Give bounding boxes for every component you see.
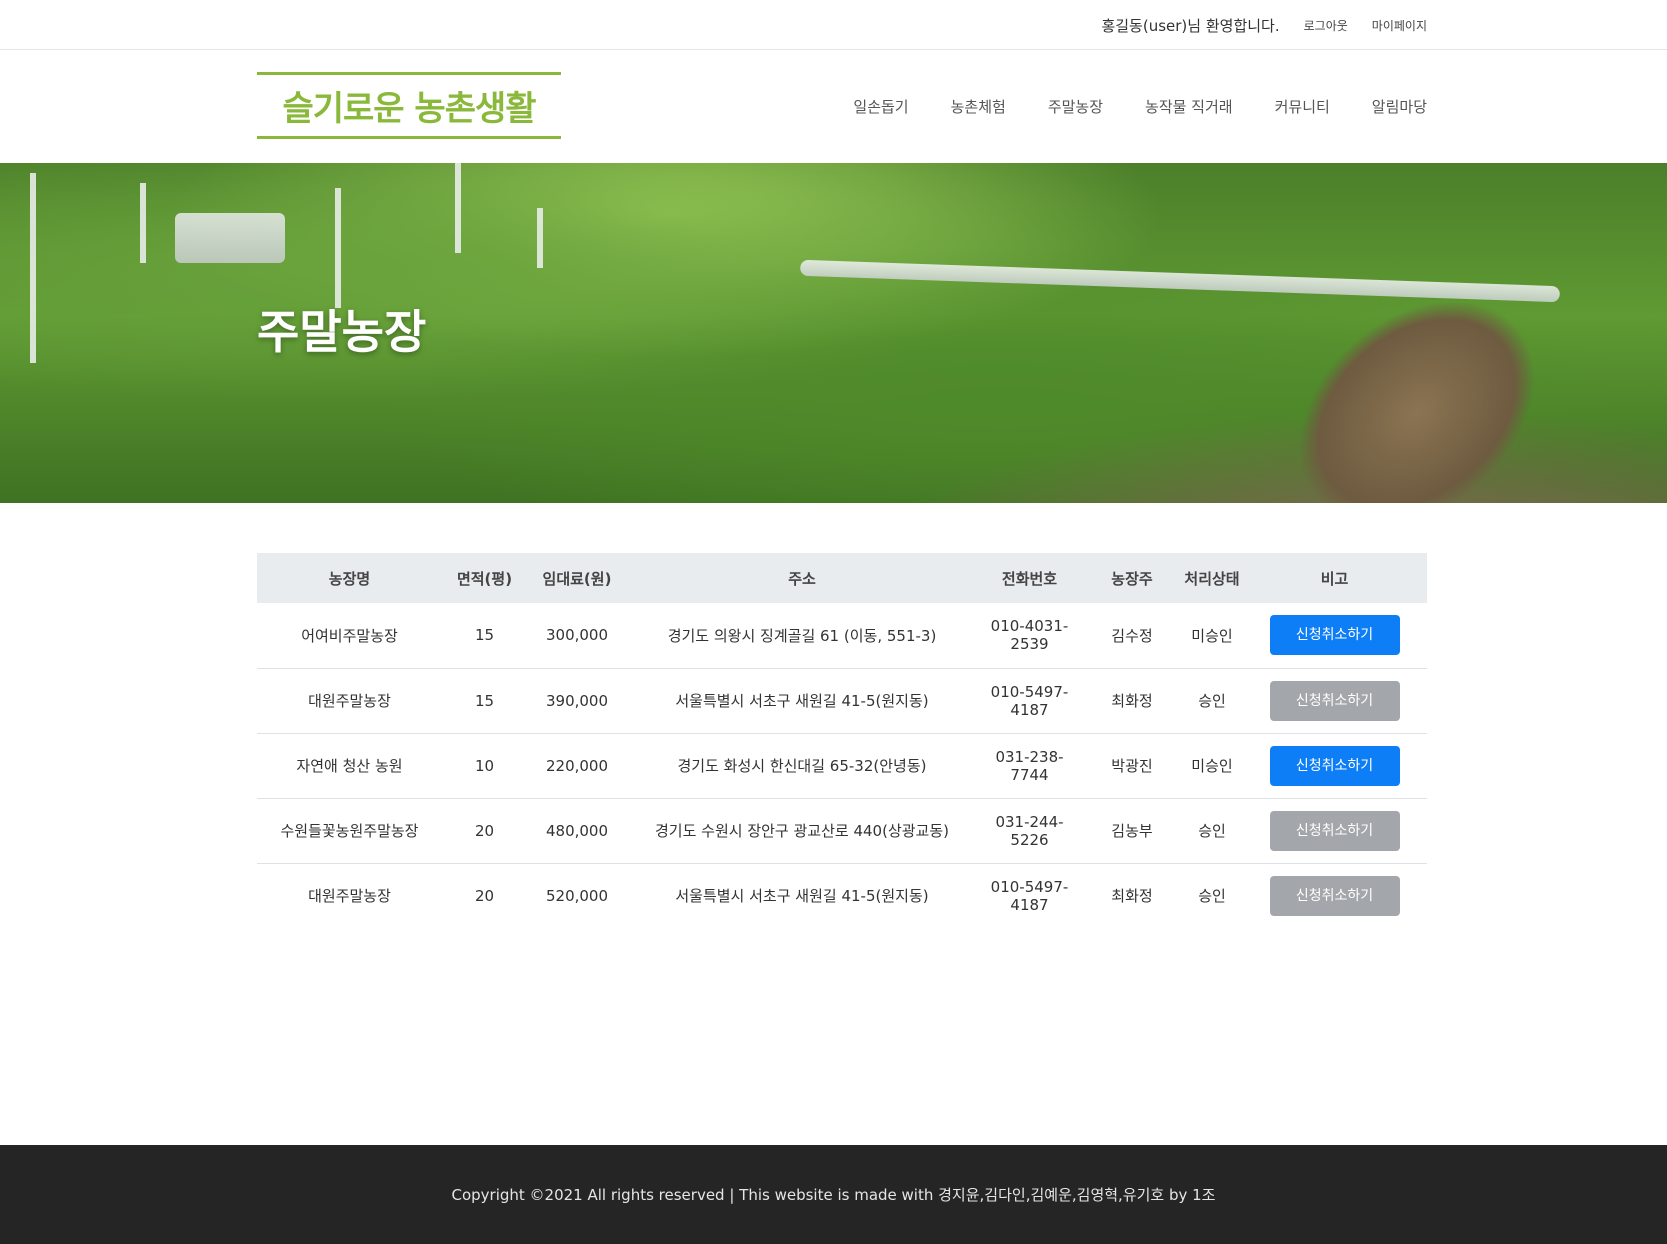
main-nav: 일손돕기 농촌체험 주말농장 농작물 직거래 커뮤니티 알림마당 — [853, 50, 1427, 163]
column-header: 처리상태 — [1184, 569, 1240, 588]
farm-name-cell: 대원주말농장 — [308, 887, 391, 906]
table-row: 어여비주말농장 15 300,000 경기도 의왕시 징계골길 61 (이동, … — [257, 603, 1427, 668]
farm-application-table: 농장명 면적(평) 임대료(원) 주소 전화번호 농장주 처리상태 비고 어여비… — [257, 553, 1427, 928]
hero-decor — [175, 213, 285, 263]
rent-cell: 300,000 — [545, 626, 609, 645]
hero-decor — [140, 183, 146, 263]
nav-item-farm-experience[interactable]: 농촌체험 — [951, 96, 1006, 117]
phone-cell: 010-5497-4187 — [990, 682, 1069, 719]
area-cell: 20 — [474, 821, 495, 840]
owner-cell: 박광진 — [1111, 757, 1153, 775]
hero-decor — [335, 188, 341, 308]
column-header: 임대료(원) — [542, 569, 612, 588]
action-cell: 신청취소하기 — [1242, 668, 1427, 733]
cancel-application-button[interactable]: 신청취소하기 — [1269, 745, 1400, 786]
site-logo[interactable]: 슬기로운 농촌생활 — [257, 72, 561, 139]
page-title: 주말농장 — [257, 305, 427, 359]
area-cell: 20 — [474, 886, 495, 905]
column-header: 비고 — [1320, 569, 1349, 588]
logo-text: 슬기로운 농촌생활 — [282, 89, 536, 129]
status-cell: 미승인 — [1191, 626, 1233, 645]
rent-cell: 480,000 — [545, 821, 609, 840]
hero-banner: 주말농장 — [0, 163, 1667, 503]
page: 홍길동(user)님 환영합니다. 로그아웃 마이페이지 슬기로운 농촌생활 일… — [0, 0, 1667, 1244]
action-cell: 신청취소하기 — [1242, 603, 1427, 668]
address-cell: 서울특별시 서초구 새원길 41-5(원지동) — [675, 692, 929, 710]
copyright-text: Copyright ©2021 All rights reserved | Th… — [451, 1186, 1216, 1204]
mypage-link[interactable]: 마이페이지 — [1372, 17, 1427, 34]
status-cell: 승인 — [1198, 822, 1226, 840]
rent-cell: 220,000 — [545, 756, 609, 775]
owner-cell: 최화정 — [1111, 887, 1153, 906]
address-cell: 경기도 수원시 장안구 광교산로 440(상광교동) — [654, 822, 949, 840]
nav-item-volunteer[interactable]: 일손돕기 — [853, 96, 908, 117]
table-row: 수원들꽃농원주말농장 20 480,000 경기도 수원시 장안구 광교산로 4… — [257, 798, 1427, 863]
column-header: 농장주 — [1111, 569, 1153, 588]
farm-name-cell: 자연애 청산 농원 — [296, 757, 403, 775]
site-header: 슬기로운 농촌생활 일손돕기 농촌체험 주말농장 농작물 직거래 커뮤니티 알림… — [0, 50, 1667, 163]
owner-cell: 최화정 — [1111, 692, 1153, 710]
phone-cell: 010-5497-4187 — [990, 877, 1069, 914]
area-cell: 10 — [474, 756, 495, 775]
hero-decor — [1271, 303, 1563, 503]
welcome-message: 홍길동(user)님 환영합니다. — [1101, 16, 1280, 35]
nav-item-weekend-farm[interactable]: 주말농장 — [1048, 96, 1103, 117]
farm-name-cell: 대원주말농장 — [308, 692, 391, 710]
top-bar: 홍길동(user)님 환영합니다. 로그아웃 마이페이지 — [0, 0, 1667, 50]
table-row: 대원주말농장 20 520,000 서울특별시 서초구 새원길 41-5(원지동… — [257, 863, 1427, 928]
farm-name-cell: 어여비주말농장 — [301, 626, 398, 645]
nav-item-direct-trade[interactable]: 농작물 직거래 — [1145, 96, 1233, 117]
area-cell: 15 — [474, 691, 495, 710]
hero-decor — [799, 259, 1561, 303]
cancel-application-button[interactable]: 신청취소하기 — [1269, 810, 1400, 851]
address-cell: 서울특별시 서초구 새원길 41-5(원지동) — [675, 887, 929, 906]
site-footer: Copyright ©2021 All rights reserved | Th… — [0, 1145, 1667, 1244]
nav-item-notice[interactable]: 알림마당 — [1372, 96, 1427, 117]
phone-cell: 010-4031-2539 — [990, 617, 1069, 654]
action-cell: 신청취소하기 — [1242, 798, 1427, 863]
status-cell: 승인 — [1198, 692, 1226, 710]
hero-decor — [537, 208, 543, 268]
table-row: 자연애 청산 농원 10 220,000 경기도 화성시 한신대길 65-32(… — [257, 733, 1427, 798]
column-header: 주소 — [788, 569, 816, 588]
owner-cell: 김수정 — [1111, 626, 1153, 645]
top-bar-links: 홍길동(user)님 환영합니다. 로그아웃 마이페이지 — [1101, 0, 1427, 50]
farm-name-cell: 수원들꽃농원주말농장 — [280, 822, 419, 840]
status-cell: 승인 — [1198, 887, 1226, 906]
table-header-row: 농장명 면적(평) 임대료(원) 주소 전화번호 농장주 처리상태 비고 — [257, 553, 1427, 603]
phone-cell: 031-244-5226 — [995, 812, 1064, 849]
owner-cell: 김농부 — [1111, 822, 1153, 840]
status-cell: 미승인 — [1191, 757, 1233, 775]
rent-cell: 520,000 — [545, 886, 609, 905]
table-row: 대원주말농장 15 390,000 서울특별시 서초구 새원길 41-5(원지동… — [257, 668, 1427, 733]
cancel-application-button[interactable]: 신청취소하기 — [1269, 615, 1400, 656]
logout-link[interactable]: 로그아웃 — [1304, 17, 1348, 34]
cancel-application-button[interactable]: 신청취소하기 — [1269, 875, 1400, 916]
action-cell: 신청취소하기 — [1242, 733, 1427, 798]
hero-decor — [455, 163, 461, 253]
rent-cell: 390,000 — [545, 691, 609, 710]
hero-decor — [30, 173, 36, 363]
nav-item-community[interactable]: 커뮤니티 — [1275, 96, 1330, 117]
area-cell: 15 — [474, 626, 495, 645]
cancel-application-button[interactable]: 신청취소하기 — [1269, 680, 1400, 721]
phone-cell: 031-238-7744 — [995, 747, 1064, 784]
farm-table-container: 농장명 면적(평) 임대료(원) 주소 전화번호 농장주 처리상태 비고 어여비… — [257, 553, 1427, 928]
column-header: 면적(평) — [456, 569, 513, 588]
address-cell: 경기도 화성시 한신대길 65-32(안녕동) — [677, 757, 927, 775]
column-header: 농장명 — [328, 569, 371, 588]
address-cell: 경기도 의왕시 징계골길 61 (이동, 551-3) — [667, 626, 937, 645]
action-cell: 신청취소하기 — [1242, 863, 1427, 928]
column-header: 전화번호 — [1001, 569, 1058, 588]
